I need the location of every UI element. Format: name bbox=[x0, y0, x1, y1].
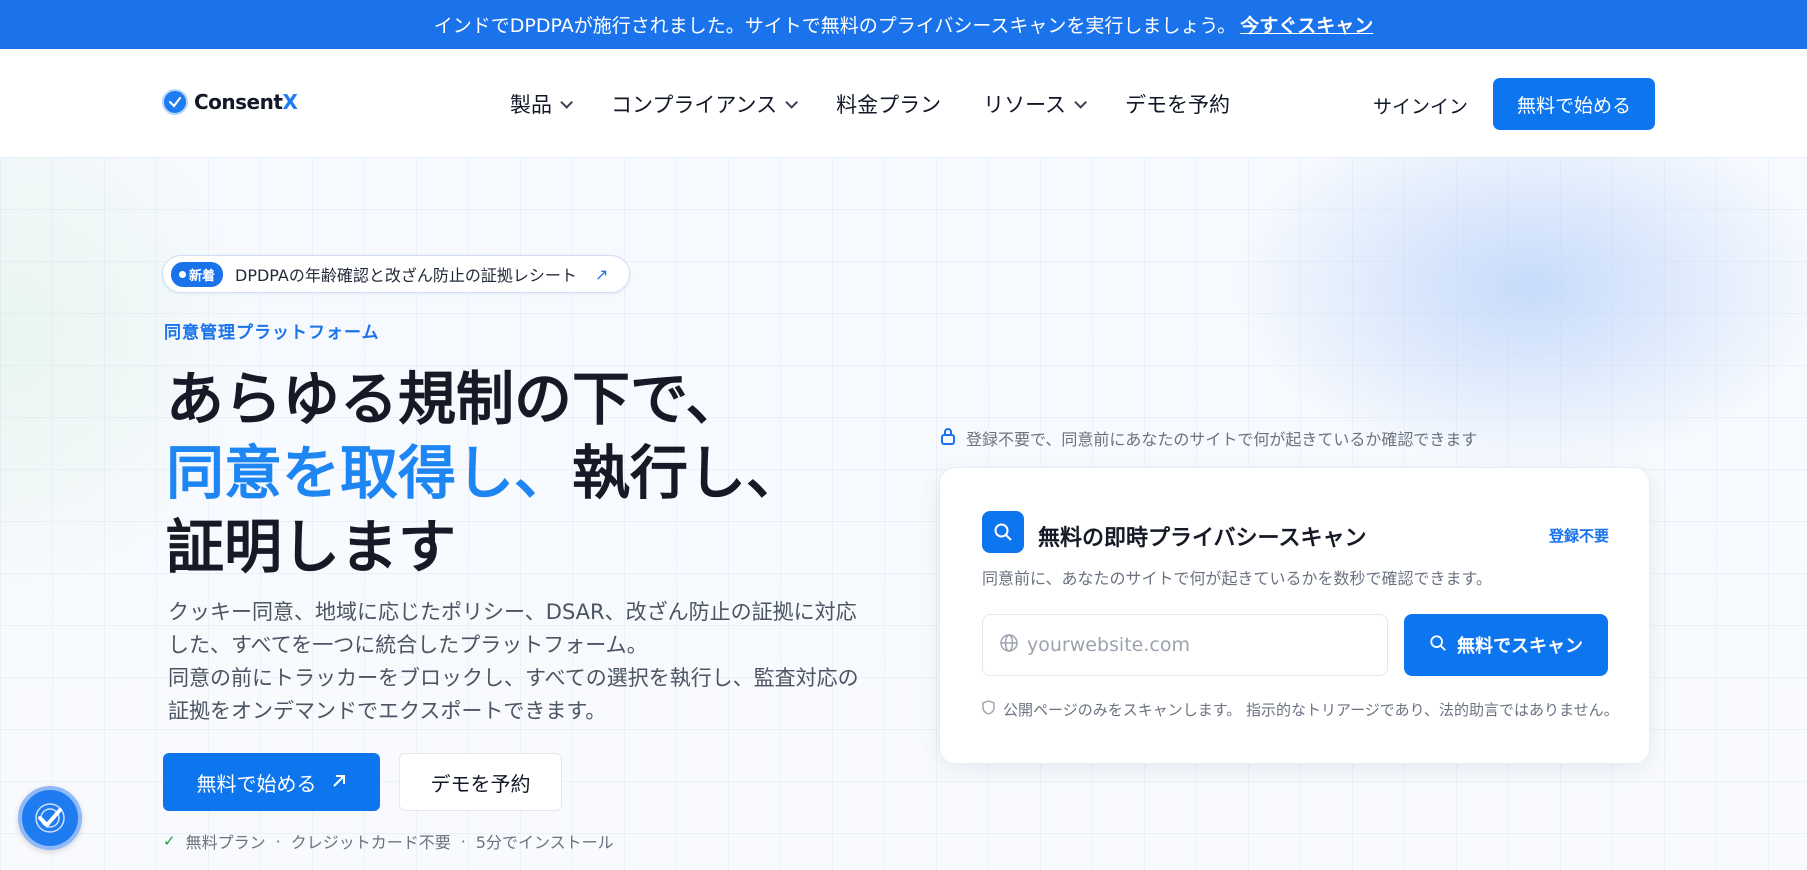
check-icon: ✓ bbox=[163, 832, 176, 850]
search-icon bbox=[1429, 634, 1447, 657]
hero-eyebrow: 同意管理プラットフォーム bbox=[164, 323, 380, 343]
nav-resources[interactable]: リソース bbox=[983, 89, 1088, 119]
header-start-free-button[interactable]: 無料で始める bbox=[1493, 78, 1655, 130]
hero-book-demo-button[interactable]: デモを予約 bbox=[399, 753, 562, 811]
scan-card-subtitle: 同意前に、あなたのサイトで何が起きているかを数秒で確認できます。 bbox=[982, 569, 1492, 588]
scan-free-label: 無料でスキャン bbox=[1457, 636, 1583, 657]
globe-icon bbox=[999, 633, 1019, 657]
nav-compliance-label: コンプライアンス bbox=[611, 93, 778, 117]
scan-note-text: 登録不要で、同意前にあなたのサイトで何が起きているか確認できます bbox=[966, 430, 1478, 449]
signin-link[interactable]: サインイン bbox=[1373, 92, 1468, 119]
consent-widget-button[interactable] bbox=[18, 786, 82, 850]
announcement-text: インドでDPDPAが施行されました。サイトで無料のプライバシースキャンを実行しま… bbox=[433, 15, 1237, 37]
no-signup-tag: 登録不要 bbox=[1548, 527, 1609, 545]
scan-card-footnote: 公開ページのみをスキャンします。 指示的なトリアージであり、法的助言ではありませ… bbox=[982, 699, 1619, 720]
fingerprint-check-icon bbox=[35, 803, 65, 833]
chevron-down-icon bbox=[1074, 95, 1088, 109]
hero-perks: ✓ 無料プラン · クレジットカード不要 · 5分でインストール bbox=[163, 829, 614, 853]
hero-start-free-label: 無料で始める bbox=[196, 771, 317, 796]
desc-line: クッキー同意、地域に応じたポリシー、DSAR、改ざん防止の証拠に対応 bbox=[168, 600, 857, 624]
headline-line-3: 証明します bbox=[166, 513, 457, 581]
new-feature-pill[interactable]: 新着 DPDPAの年齢確認と改ざん防止の証拠レシート ↗ bbox=[162, 255, 630, 293]
scan-card-title: 無料の即時プライバシースキャン bbox=[1038, 526, 1367, 551]
nav-pricing-label: 料金プラン bbox=[836, 93, 942, 117]
scan-now-link[interactable]: 今すぐスキャン bbox=[1240, 11, 1373, 38]
badge-dot-icon bbox=[179, 270, 186, 278]
perk-item: 5分でインストール bbox=[475, 833, 614, 852]
lock-icon bbox=[940, 427, 956, 449]
arrow-up-right-icon bbox=[331, 770, 347, 794]
site-header: ConsentX 製品 コンプライアンス 料金プラン リソース デモを予約 サイ… bbox=[0, 49, 1807, 157]
main-nav: 製品 コンプライアンス 料金プラン リソース デモを予約 bbox=[510, 89, 1272, 119]
chevron-down-icon bbox=[785, 95, 799, 109]
nav-products[interactable]: 製品 bbox=[510, 89, 573, 119]
nav-products-label: 製品 bbox=[510, 93, 552, 117]
headline-line-1: あらゆる規制の下で、 bbox=[166, 365, 744, 433]
scan-footnote-text: 公開ページのみをスキャンします。 指示的なトリアージであり、法的助言ではありませ… bbox=[1003, 701, 1619, 719]
perk-separator: · bbox=[275, 831, 281, 851]
nav-book-demo-label: デモを予約 bbox=[1125, 93, 1231, 117]
desc-line: 証拠をオンデマンドでエクスポートできます。 bbox=[168, 699, 607, 723]
desc-line: した、すべてを一つに統合したプラットフォーム。 bbox=[168, 633, 648, 657]
website-url-input[interactable] bbox=[1027, 634, 1367, 656]
website-url-field[interactable] bbox=[982, 614, 1388, 676]
perk-item: クレジットカード不要 bbox=[290, 833, 451, 852]
arrow-up-right-icon: ↗ bbox=[594, 264, 609, 284]
desc-line: 同意の前にトラッカーをブロックし、すべての選択を執行し、監査対応の bbox=[168, 666, 859, 690]
headline-line-2-rest: 執行し、 bbox=[572, 439, 805, 507]
scan-note: 登録不要で、同意前にあなたのサイトで何が起きているか確認できます bbox=[940, 426, 1477, 450]
logo-text: ConsentX bbox=[194, 90, 298, 114]
nav-pricing[interactable]: 料金プラン bbox=[836, 89, 941, 119]
shield-icon bbox=[982, 700, 995, 719]
chevron-down-icon bbox=[560, 95, 573, 109]
new-badge-label: 新着 bbox=[189, 268, 216, 284]
hero-description: クッキー同意、地域に応じたポリシー、DSAR、改ざん防止の証拠に対応 した、すべ… bbox=[168, 596, 868, 728]
logo[interactable]: ConsentX bbox=[162, 89, 298, 115]
perk-item: 無料プラン bbox=[185, 833, 266, 852]
headline-line-2: 同意を取得し、執行し、 bbox=[166, 436, 804, 510]
new-badge: 新着 bbox=[171, 261, 224, 287]
perk-separator: · bbox=[460, 831, 466, 851]
announcement-bar: インドでDPDPAが施行されました。サイトで無料のプライバシースキャンを実行しま… bbox=[0, 0, 1807, 49]
scan-free-button[interactable]: 無料でスキャン bbox=[1404, 614, 1608, 676]
search-icon bbox=[982, 511, 1024, 553]
logo-check-icon bbox=[162, 89, 188, 115]
privacy-scan-card: 無料の即時プライバシースキャン 登録不要 同意前に、あなたのサイトで何が起きてい… bbox=[939, 467, 1650, 764]
hero-start-free-button[interactable]: 無料で始める bbox=[163, 753, 380, 811]
nav-compliance[interactable]: コンプライアンス bbox=[611, 89, 799, 119]
nav-book-demo[interactable]: デモを予約 bbox=[1125, 89, 1230, 119]
headline-highlight: 同意を取得し、 bbox=[166, 439, 573, 507]
nav-resources-label: リソース bbox=[983, 93, 1067, 117]
hero-headline: あらゆる規制の下で、 同意を取得し、執行し、 証明します bbox=[166, 362, 804, 584]
new-feature-text: DPDPAの年齢確認と改ざん防止の証拠レシート bbox=[235, 266, 577, 285]
